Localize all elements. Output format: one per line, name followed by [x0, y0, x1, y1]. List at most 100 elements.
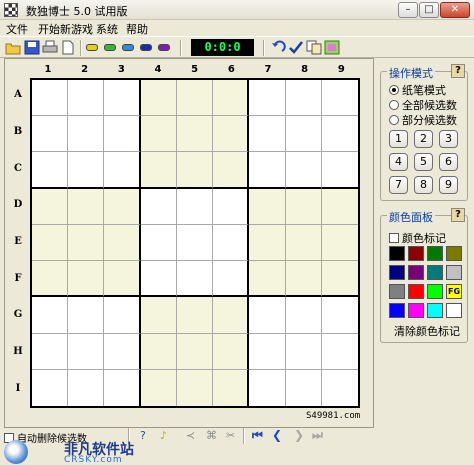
sudoku-cell[interactable]: [104, 224, 141, 262]
sudoku-cell[interactable]: [285, 152, 322, 189]
sudoku-cell[interactable]: [140, 261, 177, 298]
sudoku-cell[interactable]: [140, 369, 177, 406]
sudoku-cell[interactable]: [249, 261, 286, 298]
sudoku-cell[interactable]: [213, 333, 250, 370]
step-icon[interactable]: ≺: [186, 429, 195, 442]
sudoku-cell[interactable]: [321, 297, 358, 334]
new-page-icon[interactable]: [60, 40, 76, 55]
color-help-button[interactable]: ?: [451, 208, 465, 222]
sudoku-cell[interactable]: [68, 152, 105, 189]
radio-all-candidates[interactable]: 全部候选数: [389, 97, 457, 113]
sudoku-cell[interactable]: [213, 224, 250, 262]
menu-file[interactable]: 文件: [6, 21, 28, 37]
print-icon[interactable]: [42, 40, 58, 55]
save-icon[interactable]: [24, 40, 40, 55]
number-button-7[interactable]: 7: [389, 176, 408, 194]
sudoku-cell[interactable]: [32, 297, 69, 334]
sudoku-cell[interactable]: [32, 369, 69, 406]
sudoku-cell[interactable]: [285, 116, 322, 153]
number-button-6[interactable]: 6: [439, 153, 458, 171]
color-swatch[interactable]: [446, 265, 462, 280]
sudoku-cell[interactable]: [176, 80, 214, 117]
color-mark-checkbox[interactable]: 颜色标记: [389, 230, 446, 246]
color-swatch[interactable]: [427, 284, 443, 299]
sudoku-cell[interactable]: [285, 369, 322, 406]
sudoku-cell[interactable]: [321, 152, 358, 189]
number-button-9[interactable]: 9: [439, 176, 458, 194]
split-icon[interactable]: ✂: [226, 429, 235, 442]
sudoku-cell[interactable]: [104, 297, 141, 334]
clear-color-marks-button[interactable]: 清除颜色标记: [394, 323, 460, 339]
radio-partial-candidates[interactable]: 部分候选数: [389, 112, 457, 128]
sudoku-cell[interactable]: [104, 80, 141, 117]
sudoku-cell[interactable]: [68, 116, 105, 153]
number-button-5[interactable]: 5: [414, 153, 433, 171]
sudoku-cell[interactable]: [68, 80, 105, 117]
sudoku-cell[interactable]: [32, 80, 69, 117]
sudoku-cell[interactable]: [285, 188, 322, 225]
sudoku-cell[interactable]: [321, 333, 358, 370]
undo-icon[interactable]: [270, 40, 286, 55]
previous-step-icon[interactable]: ❮: [272, 428, 282, 442]
sudoku-cell[interactable]: [213, 116, 250, 153]
sudoku-cell[interactable]: [249, 152, 286, 189]
sudoku-cell[interactable]: [32, 188, 69, 225]
color-swatch[interactable]: [446, 303, 462, 318]
sudoku-cell[interactable]: [32, 116, 69, 153]
color-swatch[interactable]: [427, 303, 443, 318]
bell-icon[interactable]: ♪: [160, 429, 167, 442]
sudoku-cell[interactable]: [104, 152, 141, 189]
link-icon[interactable]: ⌘: [206, 429, 217, 442]
navy-pill-button[interactable]: [140, 44, 152, 51]
check-icon[interactable]: [288, 40, 304, 55]
blue-pill-button[interactable]: [122, 44, 134, 51]
sudoku-cell[interactable]: [140, 224, 177, 262]
menu-system[interactable]: 系统: [96, 21, 118, 37]
color-swatch[interactable]: [408, 284, 424, 299]
tools-icon[interactable]: [324, 40, 340, 55]
sudoku-cell[interactable]: [249, 116, 286, 153]
color-swatch[interactable]: [427, 246, 443, 261]
sudoku-cell[interactable]: [104, 333, 141, 370]
sudoku-cell[interactable]: [249, 80, 286, 117]
sudoku-cell[interactable]: [321, 261, 358, 298]
mode-help-button[interactable]: ?: [451, 64, 465, 78]
color-swatch[interactable]: [408, 246, 424, 261]
sudoku-cell[interactable]: [176, 333, 214, 370]
sudoku-cell[interactable]: [249, 297, 286, 334]
number-button-4[interactable]: 4: [389, 153, 408, 171]
sudoku-cell[interactable]: [321, 188, 358, 225]
sudoku-cell[interactable]: [140, 188, 177, 225]
maximize-button[interactable]: □: [419, 2, 439, 18]
sudoku-cell[interactable]: [140, 116, 177, 153]
sudoku-cell[interactable]: [285, 261, 322, 298]
open-folder-icon[interactable]: [5, 40, 21, 55]
sudoku-cell[interactable]: [32, 333, 69, 370]
color-swatch[interactable]: [446, 246, 462, 261]
color-swatch[interactable]: [389, 284, 405, 299]
sudoku-cell[interactable]: [176, 297, 214, 334]
sudoku-cell[interactable]: [249, 369, 286, 406]
sudoku-cell[interactable]: [32, 261, 69, 298]
sudoku-cell[interactable]: [176, 261, 214, 298]
sudoku-cell[interactable]: [176, 224, 214, 262]
sudoku-cell[interactable]: [104, 369, 141, 406]
sudoku-cell[interactable]: [176, 369, 214, 406]
color-swatch[interactable]: [389, 303, 405, 318]
yellow-pill-button[interactable]: [86, 44, 98, 51]
sudoku-cell[interactable]: [176, 188, 214, 225]
next-step-icon[interactable]: ❯: [294, 428, 304, 442]
sudoku-cell[interactable]: [140, 80, 177, 117]
sudoku-cell[interactable]: [32, 224, 69, 262]
color-swatch[interactable]: [408, 303, 424, 318]
copy-icon[interactable]: [306, 40, 322, 55]
sudoku-cell[interactable]: [176, 152, 214, 189]
sudoku-cell[interactable]: [104, 261, 141, 298]
sudoku-cell[interactable]: [68, 333, 105, 370]
menu-help[interactable]: 帮助: [126, 21, 148, 37]
sudoku-cell[interactable]: [104, 116, 141, 153]
sudoku-cell[interactable]: [213, 369, 250, 406]
sudoku-cell[interactable]: [176, 116, 214, 153]
sudoku-cell[interactable]: [285, 80, 322, 117]
sudoku-cell[interactable]: [285, 224, 322, 262]
